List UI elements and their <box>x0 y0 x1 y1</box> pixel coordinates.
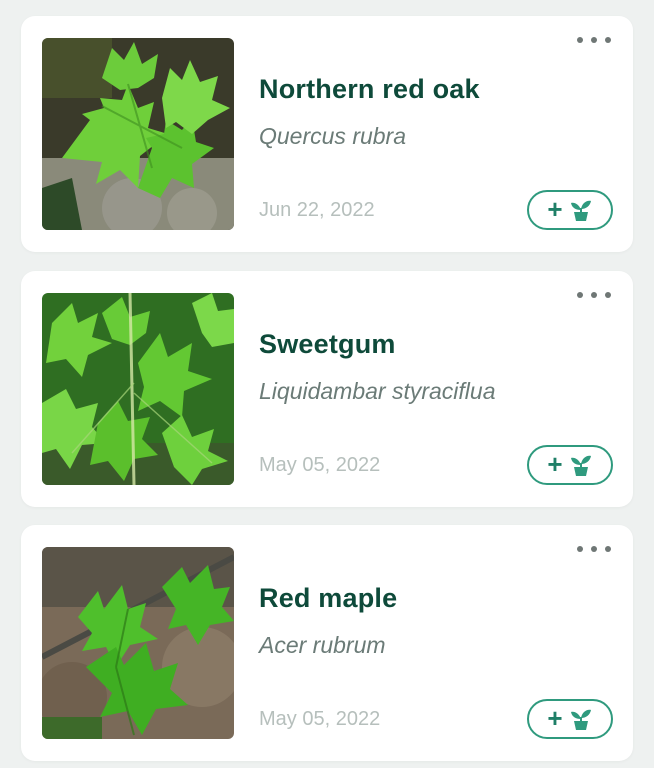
more-dot <box>605 546 611 552</box>
identified-date: Jun 22, 2022 <box>259 199 375 221</box>
potted-plant-icon <box>569 198 593 222</box>
more-horizontal-icon[interactable] <box>577 34 611 46</box>
add-to-garden-button[interactable]: + <box>527 445 613 485</box>
plant-photo[interactable] <box>42 38 234 230</box>
scientific-name: Quercus rubra <box>259 123 407 149</box>
more-horizontal-icon[interactable] <box>577 289 611 301</box>
scientific-name: Acer rubrum <box>259 632 386 658</box>
more-dot <box>577 292 583 298</box>
more-dot <box>591 292 597 298</box>
plus-icon: + <box>547 449 563 479</box>
plant-photo[interactable] <box>42 547 234 739</box>
more-dot <box>577 37 583 43</box>
potted-plant-icon <box>569 453 593 477</box>
more-dot <box>605 292 611 298</box>
common-name: Northern red oak <box>259 74 480 104</box>
potted-plant-icon <box>569 707 593 731</box>
plus-icon: + <box>547 194 563 224</box>
identified-date: May 05, 2022 <box>259 454 381 476</box>
more-dot <box>577 546 583 552</box>
more-dot <box>591 37 597 43</box>
add-to-garden-button[interactable]: + <box>527 190 613 230</box>
plant-card[interactable]: Sweetgum Liquidambar styraciflua May 05,… <box>21 271 633 507</box>
plus-icon: + <box>547 703 563 733</box>
scientific-name: Liquidambar styraciflua <box>259 378 496 404</box>
common-name: Red maple <box>259 583 398 613</box>
plant-card[interactable]: Red maple Acer rubrum May 05, 2022 + <box>21 525 633 761</box>
common-name: Sweetgum <box>259 329 396 359</box>
more-dot <box>591 546 597 552</box>
more-horizontal-icon[interactable] <box>577 543 611 555</box>
add-to-garden-button[interactable]: + <box>527 699 613 739</box>
plant-photo[interactable] <box>42 293 234 485</box>
plant-history-list: Northern red oak Quercus rubra Jun 22, 2… <box>0 0 654 768</box>
more-dot <box>605 37 611 43</box>
identified-date: May 05, 2022 <box>259 708 381 730</box>
plant-card[interactable]: Northern red oak Quercus rubra Jun 22, 2… <box>21 16 633 252</box>
